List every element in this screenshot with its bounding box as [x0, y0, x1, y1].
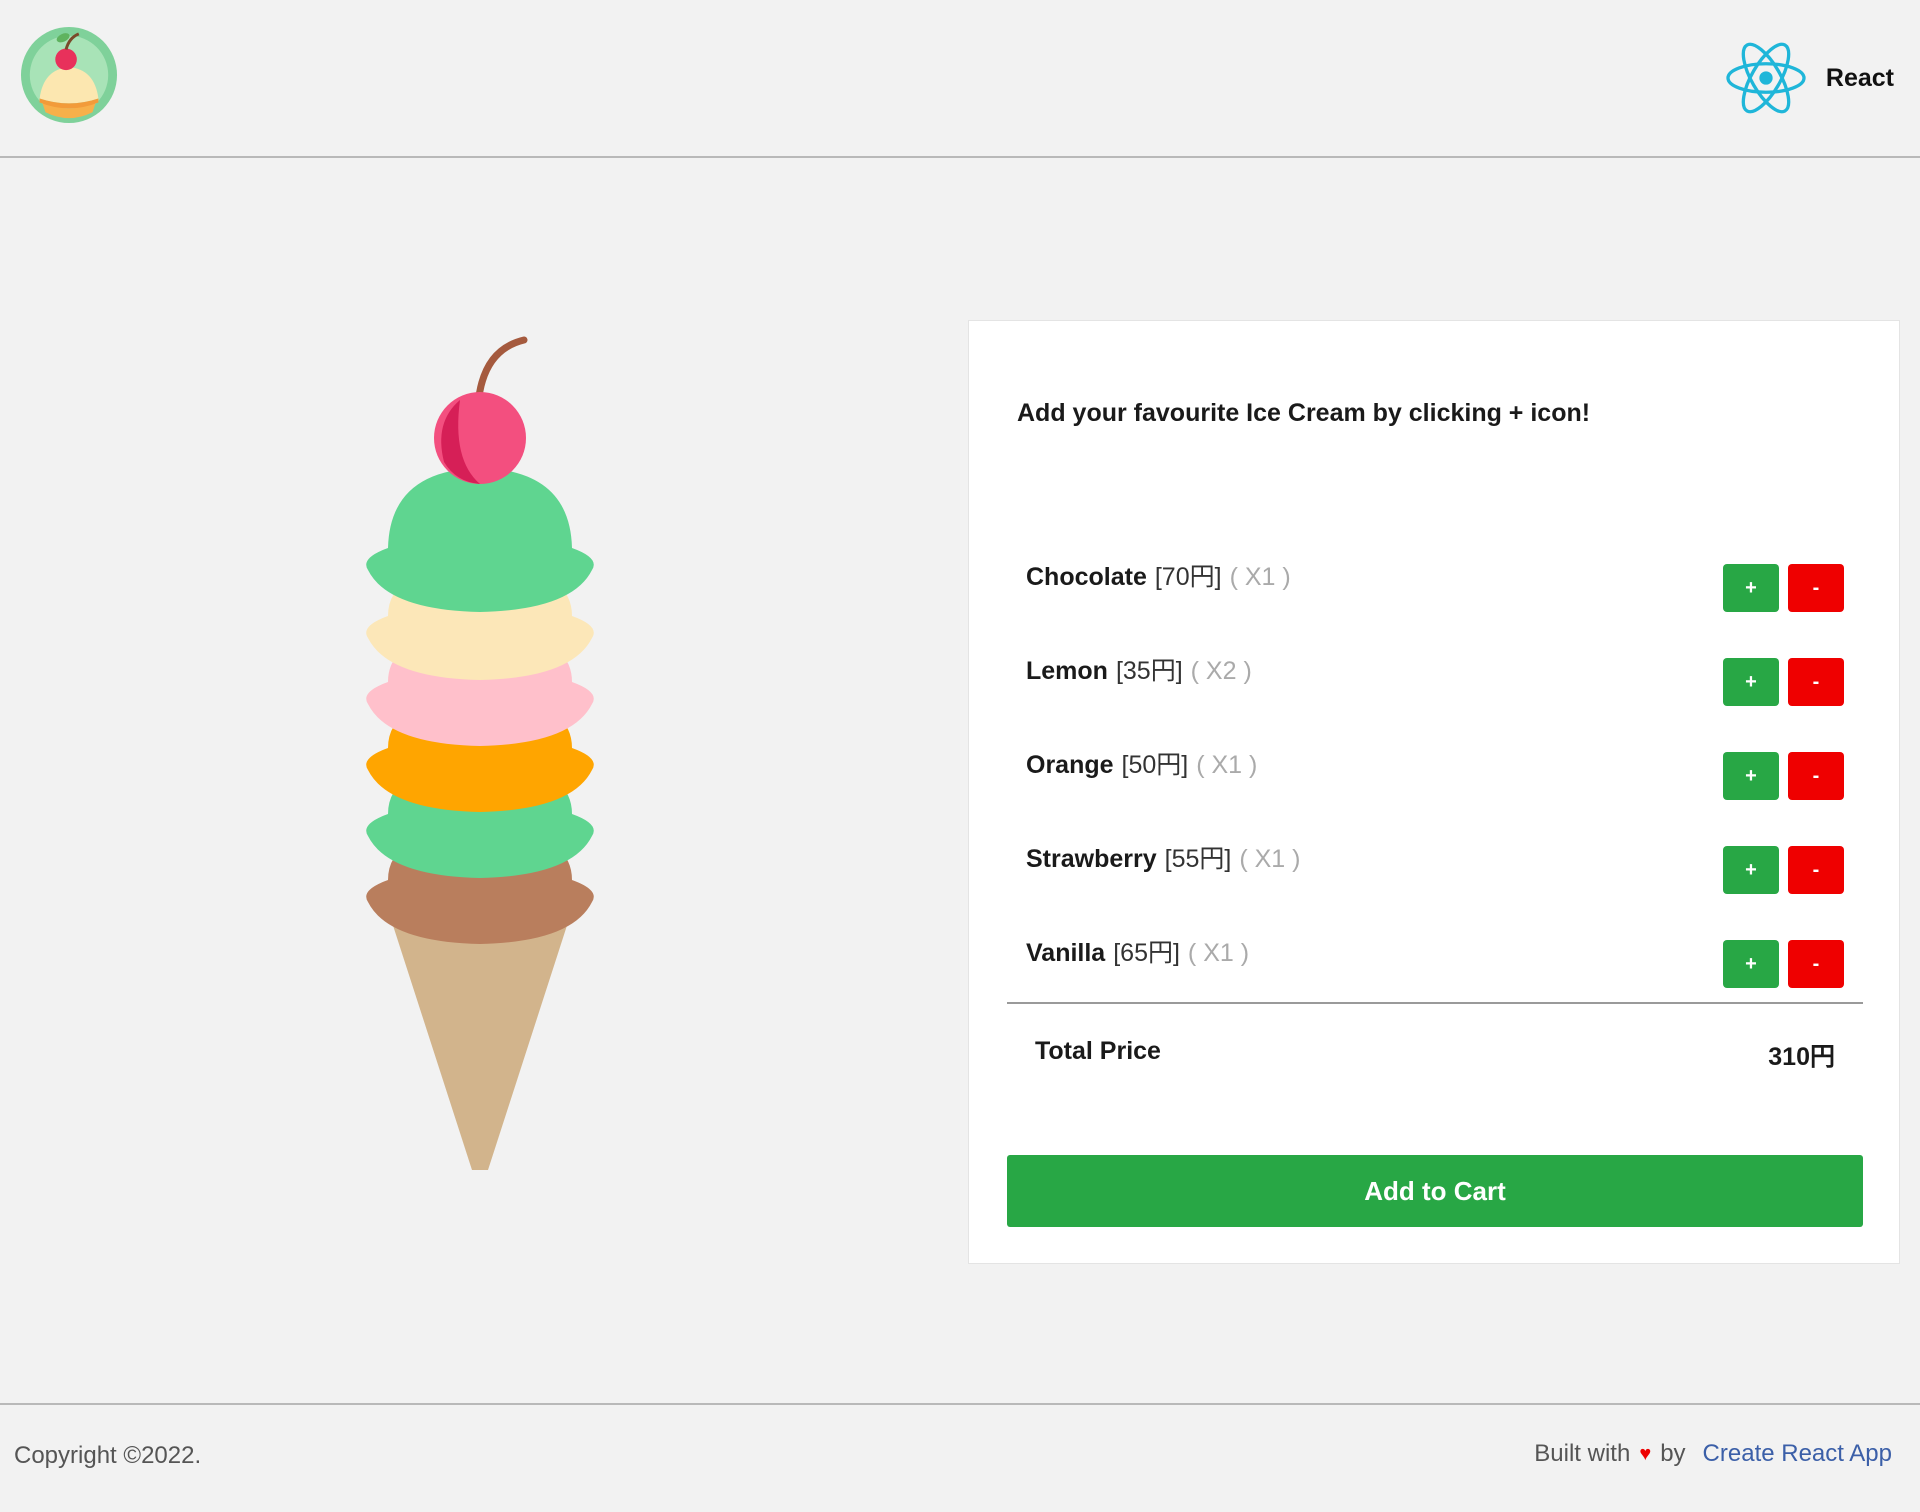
remove-orange-button[interactable]: -	[1788, 752, 1844, 800]
flavor-name: Strawberry	[1026, 845, 1157, 873]
add-chocolate-button[interactable]: +	[1723, 564, 1779, 612]
remove-chocolate-button[interactable]: -	[1788, 564, 1844, 612]
ice-cream-logo-icon[interactable]	[20, 26, 118, 124]
flavor-name: Chocolate	[1026, 563, 1147, 591]
flavor-quantity: ( X1 )	[1229, 563, 1291, 591]
order-card: Add your favourite Ice Cream by clicking…	[968, 320, 1900, 1264]
built-with-credit: Built with ♥ by Create React App	[1534, 1440, 1892, 1468]
remove-vanilla-button[interactable]: -	[1788, 940, 1844, 988]
add-strawberry-button[interactable]: +	[1723, 846, 1779, 894]
total-price-value: 310円	[1768, 1043, 1835, 1071]
flavor-price: [35円]	[1115, 657, 1183, 685]
flavor-name: Orange	[1026, 751, 1114, 779]
built-by-text: by	[1660, 1440, 1686, 1467]
app-footer: Copyright ©2022. Built with ♥ by Create …	[0, 1403, 1920, 1512]
create-react-app-link[interactable]: Create React App	[1703, 1440, 1892, 1468]
copyright-text: Copyright ©2022.	[14, 1442, 202, 1469]
list-item: Lemon [35円]( X2 ) + -	[1026, 635, 1844, 729]
flavor-name: Vanilla	[1026, 939, 1106, 967]
flavor-quantity: ( X2 )	[1190, 657, 1252, 685]
list-item: Orange [50円]( X1 ) + -	[1026, 729, 1844, 823]
ice-cream-hero	[360, 330, 600, 1180]
add-vanilla-button[interactable]: +	[1723, 940, 1779, 988]
flavor-price: [50円]	[1121, 751, 1189, 779]
heart-icon: ♥	[1639, 1443, 1652, 1465]
total-price-label: Total Price	[1035, 1037, 1161, 1065]
flavor-price: [65円]	[1113, 939, 1180, 967]
flavor-list: Chocolate [70円]( X1 ) + - Lemon [35円]( X2 …	[1026, 541, 1844, 1011]
built-with-text: Built with	[1534, 1440, 1631, 1467]
list-item: Chocolate [70円]( X1 ) + -	[1026, 541, 1844, 635]
flavor-price: [55円]	[1164, 845, 1232, 873]
flavor-name: Lemon	[1026, 657, 1108, 685]
react-link[interactable]: React	[1724, 40, 1894, 116]
flavor-quantity: ( X1 )	[1239, 845, 1301, 873]
list-item: Strawberry [55円]( X1 ) + -	[1026, 823, 1844, 917]
react-atom-icon	[1726, 42, 1806, 114]
react-label: React	[1825, 63, 1894, 92]
add-lemon-button[interactable]: +	[1723, 658, 1779, 706]
list-item: Vanilla [65円]( X1 ) + -	[1026, 917, 1844, 1011]
add-to-cart-button[interactable]: Add to Cart	[1007, 1155, 1863, 1227]
add-orange-button[interactable]: +	[1723, 752, 1779, 800]
ice-cream-cone-icon	[366, 336, 594, 1170]
flavor-price: [70円]	[1154, 563, 1222, 591]
card-title: Add your favourite Ice Cream by clicking…	[1017, 399, 1591, 427]
remove-lemon-button[interactable]: -	[1788, 658, 1844, 706]
divider	[1007, 1002, 1863, 1004]
flavor-quantity: ( X1 )	[1187, 939, 1250, 967]
app-header: React	[0, 0, 1920, 158]
remove-strawberry-button[interactable]: -	[1788, 846, 1844, 894]
flavor-quantity: ( X1 )	[1196, 751, 1258, 779]
